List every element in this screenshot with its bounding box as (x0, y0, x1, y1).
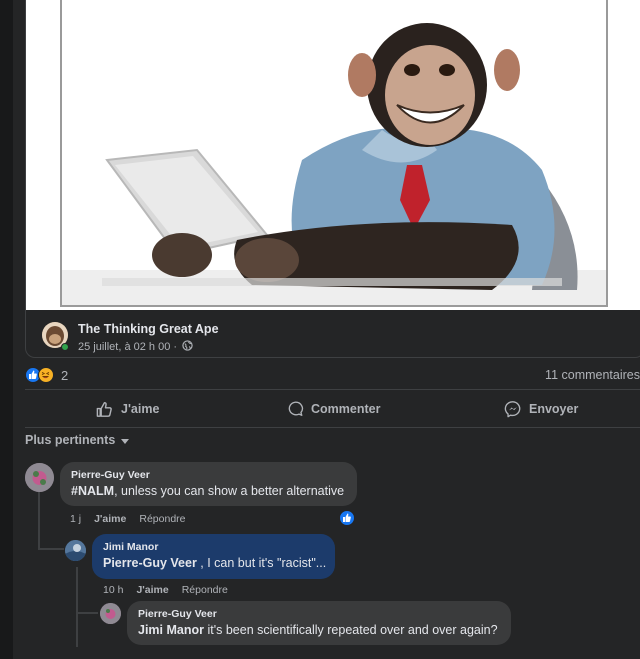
comment-actions: 1 j J'aime Répondre (70, 513, 186, 525)
thread-line (76, 567, 78, 647)
hashtag-link[interactable]: #NALM (71, 484, 114, 498)
mention-link[interactable]: Jimi Manor (138, 623, 204, 637)
commenter-avatar[interactable] (100, 603, 121, 624)
divider (25, 427, 640, 428)
comment-body: , I can but it's "racist"... (196, 556, 327, 570)
chimpanzee-photo (60, 0, 608, 307)
comment-author[interactable]: Jimi Manor (103, 541, 324, 553)
comment-time[interactable]: 1 j (70, 513, 81, 525)
caret-down-icon (121, 438, 130, 444)
divider (25, 389, 640, 390)
comment-like-link[interactable]: J'aime (136, 584, 168, 596)
comment-sort-dropdown[interactable]: Plus pertinents (25, 433, 130, 447)
chimpanzee-illustration (62, 23, 606, 305)
like-button-label: J'aime (121, 402, 160, 416)
comment-text: Pierre-Guy Veer , I can but it's "racist… (103, 556, 327, 570)
comment-like-link[interactable]: J'aime (94, 513, 126, 525)
comment-bubble: Pierre-Guy Veer Jimi Manor it's been sci… (127, 601, 511, 645)
comment-text: Jimi Manor it's been scientifically repe… (138, 623, 500, 637)
commenter-avatar[interactable] (25, 463, 54, 492)
comment-bubble-icon (288, 401, 304, 416)
profile-photo-icon (65, 540, 86, 561)
mention-link[interactable]: Pierre-Guy Veer (103, 556, 197, 570)
send-button[interactable]: Envoyer (504, 396, 578, 422)
profile-photo-icon (100, 603, 121, 624)
comments-count[interactable]: 11 commentaires (545, 368, 640, 382)
thread-line (38, 492, 40, 550)
comment-reply-link[interactable]: Répondre (182, 584, 228, 596)
comment-bubble: Pierre-Guy Veer #NALM, unless you can sh… (60, 462, 357, 506)
comment-actions: 10 h J'aime Répondre (103, 584, 228, 596)
comment-time[interactable]: 10 h (103, 584, 123, 596)
online-status-dot (61, 343, 69, 351)
left-rail (0, 0, 13, 659)
comment-body: it's been scientifically repeated over a… (204, 623, 498, 637)
comment-text: #NALM, unless you can show a better alte… (71, 484, 346, 498)
haha-reaction-icon (38, 367, 54, 383)
comment-author[interactable]: Pierre-Guy Veer (138, 608, 500, 620)
reaction-count: 2 (61, 368, 69, 383)
post-image[interactable] (25, 0, 640, 310)
thumbs-up-outline-icon (96, 401, 112, 417)
post-date: 25 juillet, à 02 h 00 · (78, 341, 178, 353)
reply-bubble: Jimi Manor Pierre-Guy Veer , I can but i… (92, 534, 335, 579)
post-author-card: The Thinking Great Ape 25 juillet, à 02 … (25, 310, 640, 358)
comment-reply-link[interactable]: Répondre (139, 513, 185, 525)
like-button[interactable]: J'aime (95, 396, 159, 422)
page-name[interactable]: The Thinking Great Ape (78, 322, 219, 336)
reactions-summary[interactable]: 2 11 commentaires (25, 366, 640, 386)
comment-button-label: Commenter (311, 402, 381, 416)
post-timestamp[interactable]: 25 juillet, à 02 h 00 · (78, 340, 193, 353)
send-button-label: Envoyer (529, 402, 579, 416)
sort-label: Plus pertinents (25, 433, 116, 447)
profile-photo-icon (25, 463, 54, 492)
comment-body: , unless you can show a better alternati… (114, 484, 345, 498)
comment-author[interactable]: Pierre-Guy Veer (71, 469, 346, 481)
globe-icon (182, 340, 193, 351)
thread-line (76, 612, 98, 614)
thumbs-up-icon (343, 513, 351, 522)
commenter-avatar[interactable] (65, 540, 86, 561)
messenger-icon (504, 401, 521, 418)
thread-line (38, 548, 64, 550)
comment-button[interactable]: Commenter (286, 396, 380, 422)
comment-reaction-badge[interactable] (339, 510, 355, 526)
laughing-face-icon (41, 372, 50, 379)
